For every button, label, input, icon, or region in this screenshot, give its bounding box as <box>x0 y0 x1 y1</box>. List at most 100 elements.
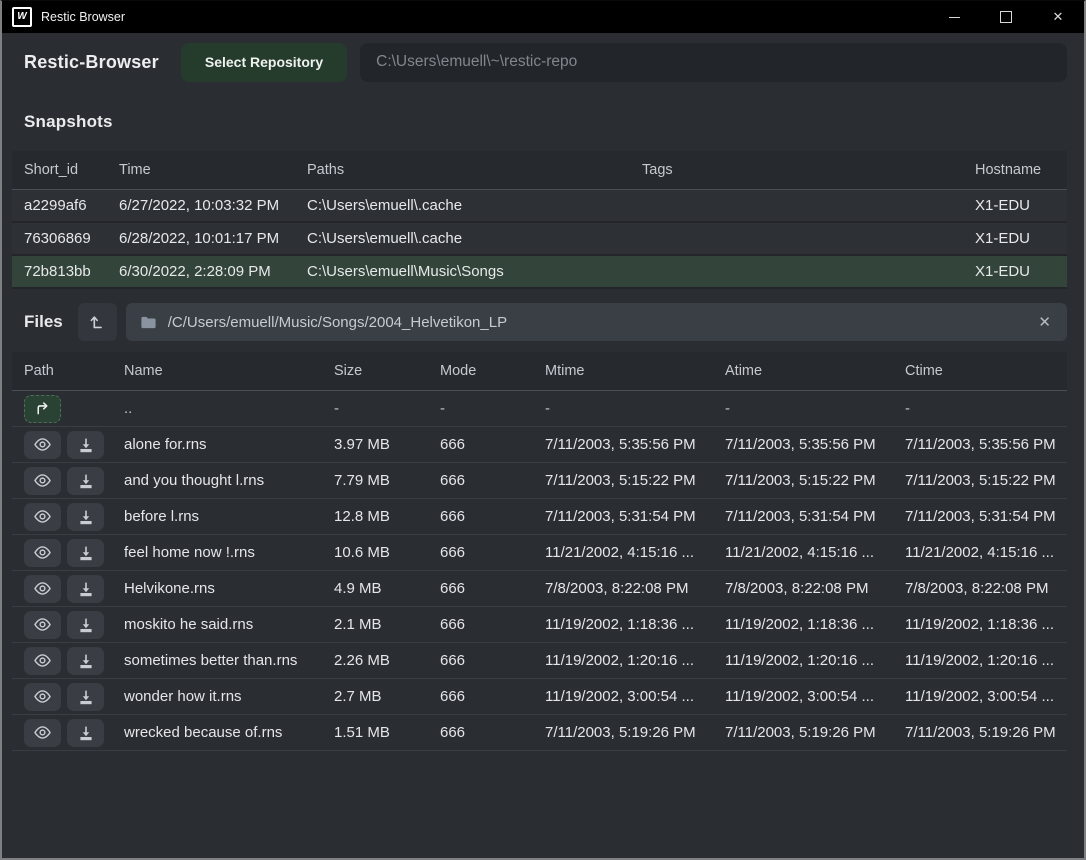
file-row[interactable]: Helvikone.rns 4.9 MB 666 7/8/2003, 8:22:… <box>12 571 1067 607</box>
file-row[interactable]: and you thought l.rns 7.79 MB 666 7/11/2… <box>12 463 1067 499</box>
eye-icon <box>33 689 52 704</box>
preview-file-button[interactable] <box>24 467 61 495</box>
maximize-button[interactable] <box>980 1 1032 33</box>
minimize-button[interactable] <box>928 1 980 33</box>
restic-browser-window: W Restic Browser ✕ Restic-Browser Select… <box>0 0 1086 860</box>
files-table: Path Name Size Mode Mtime Atime Ctime ..… <box>12 352 1067 751</box>
file-ctime: 7/11/2003, 5:35:56 PM <box>905 436 1067 453</box>
set-root-button[interactable] <box>78 303 117 341</box>
file-mtime: 11/21/2002, 4:15:16 ... <box>545 544 725 561</box>
snapshots-table-body: a2299af6 6/27/2022, 10:03:32 PM C:\Users… <box>12 190 1067 289</box>
download-icon <box>78 509 94 525</box>
file-ctime: 7/11/2003, 5:19:26 PM <box>905 724 1067 741</box>
eye-icon <box>33 473 52 488</box>
file-row[interactable]: moskito he said.rns 2.1 MB 666 11/19/200… <box>12 607 1067 643</box>
col-time: Time <box>119 162 307 178</box>
preview-file-button[interactable] <box>24 575 61 603</box>
snapshot-hostname: X1-EDU <box>975 263 1067 280</box>
files-heading: Files <box>24 312 63 332</box>
file-mtime: 7/8/2003, 8:22:08 PM <box>545 580 725 597</box>
restore-file-button[interactable] <box>67 539 104 567</box>
col-tags: Tags <box>642 162 975 178</box>
file-name: before l.rns <box>124 508 334 525</box>
snapshots-heading: Snapshots <box>2 91 1084 132</box>
restore-file-button[interactable] <box>67 431 104 459</box>
preview-file-button[interactable] <box>24 611 61 639</box>
file-mode: 666 <box>440 544 545 561</box>
preview-file-button[interactable] <box>24 539 61 567</box>
file-row[interactable]: wrecked because of.rns 1.51 MB 666 7/11/… <box>12 715 1067 751</box>
preview-file-button[interactable] <box>24 431 61 459</box>
snapshot-time: 6/30/2022, 2:28:09 PM <box>119 263 307 280</box>
repository-path-field[interactable]: C:\Users\emuell\~\restic-repo <box>360 43 1067 82</box>
file-ctime: 11/19/2002, 1:18:36 ... <box>905 616 1067 633</box>
restore-file-button[interactable] <box>67 611 104 639</box>
go-parent-dir-button[interactable] <box>24 395 61 423</box>
restore-file-button[interactable] <box>67 575 104 603</box>
close-button[interactable]: ✕ <box>1032 1 1084 33</box>
file-ctime: 11/21/2002, 4:15:16 ... <box>905 544 1067 561</box>
app-header: Restic-Browser Select Repository C:\User… <box>2 33 1084 91</box>
snapshot-time: 6/28/2022, 10:01:17 PM <box>119 230 307 247</box>
file-mtime: 7/11/2003, 5:15:22 PM <box>545 472 725 489</box>
file-ctime: 7/11/2003, 5:15:22 PM <box>905 472 1067 489</box>
snapshot-short-id: a2299af6 <box>24 197 119 214</box>
file-size: 12.8 MB <box>334 508 440 525</box>
close-icon: ✕ <box>1053 9 1064 25</box>
col-size: Size <box>334 363 440 379</box>
file-mode: 666 <box>440 688 545 705</box>
file-actions <box>24 611 124 639</box>
eye-icon <box>33 581 52 596</box>
file-name: alone for.rns <box>124 436 334 453</box>
file-ctime: 11/19/2002, 3:00:54 ... <box>905 688 1067 705</box>
file-ctime: 11/19/2002, 1:20:16 ... <box>905 652 1067 669</box>
clear-path-button[interactable]: ✕ <box>1036 313 1053 331</box>
eye-icon <box>33 617 52 632</box>
restore-file-button[interactable] <box>67 503 104 531</box>
file-actions <box>24 539 124 567</box>
file-row[interactable]: wonder how it.rns 2.7 MB 666 11/19/2002,… <box>12 679 1067 715</box>
file-atime: 11/19/2002, 3:00:54 ... <box>725 688 905 705</box>
file-row[interactable]: before l.rns 12.8 MB 666 7/11/2003, 5:31… <box>12 499 1067 535</box>
file-row[interactable]: feel home now !.rns 10.6 MB 666 11/21/20… <box>12 535 1067 571</box>
snapshot-row[interactable]: a2299af6 6/27/2022, 10:03:32 PM C:\Users… <box>12 190 1067 223</box>
file-size: - <box>334 400 440 417</box>
file-atime: 7/11/2003, 5:35:56 PM <box>725 436 905 453</box>
file-size: 2.7 MB <box>334 688 440 705</box>
file-mtime: 11/19/2002, 1:18:36 ... <box>545 616 725 633</box>
minimize-icon <box>949 17 960 18</box>
snapshot-row[interactable]: 72b813bb 6/30/2022, 2:28:09 PM C:\Users\… <box>12 256 1067 289</box>
files-table-body: .. - - - - - alone for.rns 3.97 MB 666 7… <box>12 391 1067 751</box>
download-icon <box>78 473 94 489</box>
snapshot-row[interactable]: 76306869 6/28/2022, 10:01:17 PM C:\Users… <box>12 223 1067 256</box>
current-path-bar[interactable]: /C/Users/emuell/Music/Songs/2004_Helveti… <box>126 303 1067 341</box>
file-name: sometimes better than.rns <box>124 652 334 669</box>
restore-file-button[interactable] <box>67 683 104 711</box>
eye-icon <box>33 437 52 452</box>
restore-file-button[interactable] <box>67 647 104 675</box>
file-atime: 7/11/2003, 5:31:54 PM <box>725 508 905 525</box>
file-mode: - <box>440 400 545 417</box>
file-row[interactable]: .. - - - - - <box>12 391 1067 427</box>
file-mtime: 7/11/2003, 5:35:56 PM <box>545 436 725 453</box>
preview-file-button[interactable] <box>24 647 61 675</box>
download-icon <box>78 437 94 453</box>
file-ctime: 7/8/2003, 8:22:08 PM <box>905 580 1067 597</box>
restore-file-button[interactable] <box>67 467 104 495</box>
preview-file-button[interactable] <box>24 683 61 711</box>
select-repository-button[interactable]: Select Repository <box>181 43 347 82</box>
file-row[interactable]: alone for.rns 3.97 MB 666 7/11/2003, 5:3… <box>12 427 1067 463</box>
preview-file-button[interactable] <box>24 719 61 747</box>
file-mode: 666 <box>440 508 545 525</box>
app-title: Restic-Browser <box>24 52 159 73</box>
file-ctime: 7/11/2003, 5:31:54 PM <box>905 508 1067 525</box>
col-mode: Mode <box>440 363 545 379</box>
restore-file-button[interactable] <box>67 719 104 747</box>
file-row[interactable]: sometimes better than.rns 2.26 MB 666 11… <box>12 643 1067 679</box>
file-size: 4.9 MB <box>334 580 440 597</box>
file-name: and you thought l.rns <box>124 472 334 489</box>
preview-file-button[interactable] <box>24 503 61 531</box>
col-paths: Paths <box>307 162 642 178</box>
snapshots-table-header: Short_id Time Paths Tags Hostname <box>12 151 1067 190</box>
snapshot-paths: C:\Users\emuell\.cache <box>307 197 642 214</box>
